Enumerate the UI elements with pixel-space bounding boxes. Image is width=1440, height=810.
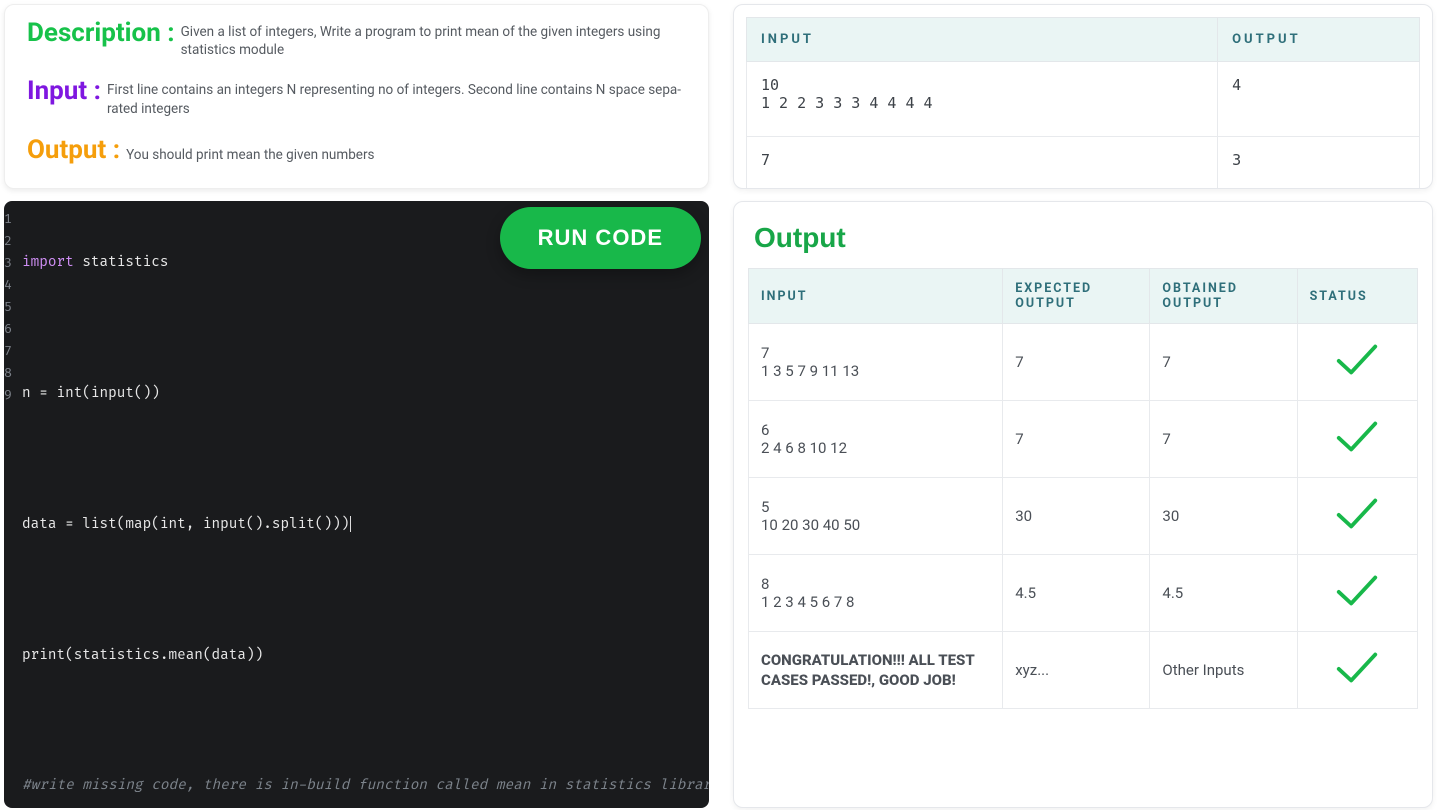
- code-keyword: import: [22, 254, 74, 271]
- results-row: 6 2 4 6 8 10 1277: [749, 401, 1418, 478]
- check-icon: [1333, 571, 1381, 611]
- sample-output-header: OUTPUT: [1218, 18, 1420, 62]
- code-text: n = int(input()): [22, 385, 160, 402]
- results-status-cell: [1297, 324, 1417, 401]
- check-icon: [1333, 494, 1381, 534]
- output-spec-label: Output :: [27, 136, 120, 165]
- results-header-status: STATUS: [1297, 269, 1417, 324]
- check-icon: [1333, 648, 1381, 688]
- results-header-expected: EXPECTED OUTPUT: [1003, 269, 1150, 324]
- results-row: 7 1 3 5 7 9 11 1377: [749, 324, 1418, 401]
- input-spec-label: Input :: [27, 77, 101, 106]
- description-text: Given a list of integers, Write a progra…: [181, 19, 686, 59]
- results-expected-cell: 30: [1003, 478, 1150, 555]
- results-row: 8 1 2 3 4 5 6 7 84.54.5: [749, 555, 1418, 632]
- sample-input-header: INPUT: [747, 18, 1218, 62]
- results-expected-cell: 7: [1003, 401, 1150, 478]
- sample-io-card: INPUT OUTPUT 10 1 2 2 3 3 3 4 4 4 4 4 7 …: [733, 4, 1433, 189]
- code-text: statistics: [74, 254, 169, 271]
- code-text: print(statistics.mean(data)): [22, 647, 263, 664]
- run-code-button[interactable]: RUN CODE: [500, 207, 701, 269]
- results-input-cell: 6 2 4 6 8 10 12: [749, 401, 1003, 478]
- description-label: Description :: [27, 19, 175, 48]
- problem-card: Description : Given a list of integers, …: [4, 4, 709, 189]
- results-input-cell: 7 1 3 5 7 9 11 13: [749, 324, 1003, 401]
- input-spec-text: First line contains an integers N repres…: [107, 77, 686, 117]
- code-editor-panel: RUN CODE 123456789 import statistics n =…: [4, 201, 709, 808]
- sample-row: 7 3: [747, 137, 1420, 190]
- code-comment: #write missing code, there is in-build f…: [22, 777, 709, 794]
- results-row: 5 10 20 30 40 503030: [749, 478, 1418, 555]
- results-card: Output INPUT EXPECTED OUTPUT OBTAINED OU…: [733, 201, 1433, 808]
- results-obtained-cell: 7: [1150, 401, 1297, 478]
- sample-row: 10 1 2 2 3 3 3 4 4 4 4 4: [747, 62, 1420, 137]
- results-obtained-cell: 30: [1150, 478, 1297, 555]
- text-cursor: [350, 516, 351, 532]
- sample-io-table: INPUT OUTPUT 10 1 2 2 3 3 3 4 4 4 4 4 7 …: [746, 17, 1420, 189]
- sample-input-cell: 10 1 2 2 3 3 3 4 4 4 4: [747, 62, 1218, 137]
- results-status-cell: [1297, 632, 1417, 709]
- results-header-obtained: OBTAINED OUTPUT: [1150, 269, 1297, 324]
- results-status-cell: [1297, 555, 1417, 632]
- sample-output-cell: 3: [1218, 137, 1420, 190]
- results-table: INPUT EXPECTED OUTPUT OBTAINED OUTPUT ST…: [748, 268, 1418, 709]
- results-input-cell: 8 1 2 3 4 5 6 7 8: [749, 555, 1003, 632]
- line-gutter: 123456789: [4, 209, 22, 808]
- results-obtained-cell: 4.5: [1150, 555, 1297, 632]
- results-obtained-cell: 7: [1150, 324, 1297, 401]
- results-input-cell: 5 10 20 30 40 50: [749, 478, 1003, 555]
- results-expected-cell: 7: [1003, 324, 1150, 401]
- code-editor[interactable]: 123456789 import statistics n = int(inpu…: [4, 201, 709, 808]
- results-title: Output: [754, 222, 1418, 254]
- results-expected-cell: 4.5: [1003, 555, 1150, 632]
- results-status-cell: [1297, 478, 1417, 555]
- results-expected-cell: xyz...: [1003, 632, 1150, 709]
- results-header-input: INPUT: [749, 269, 1003, 324]
- results-row: CONGRATULATION!!! ALL TEST CASES PASSED!…: [749, 632, 1418, 709]
- code-text: data = list(map(int, input().split())): [22, 516, 349, 533]
- sample-output-cell: 4: [1218, 62, 1420, 137]
- output-spec-text: You should print mean the given numbers: [126, 136, 374, 164]
- code-area[interactable]: import statistics n = int(input()) data …: [22, 209, 709, 808]
- results-obtained-cell: Other Inputs: [1150, 632, 1297, 709]
- results-status-cell: [1297, 401, 1417, 478]
- sample-input-cell: 7: [747, 137, 1218, 190]
- check-icon: [1333, 417, 1381, 457]
- results-input-cell: CONGRATULATION!!! ALL TEST CASES PASSED!…: [749, 632, 1003, 709]
- check-icon: [1333, 340, 1381, 380]
